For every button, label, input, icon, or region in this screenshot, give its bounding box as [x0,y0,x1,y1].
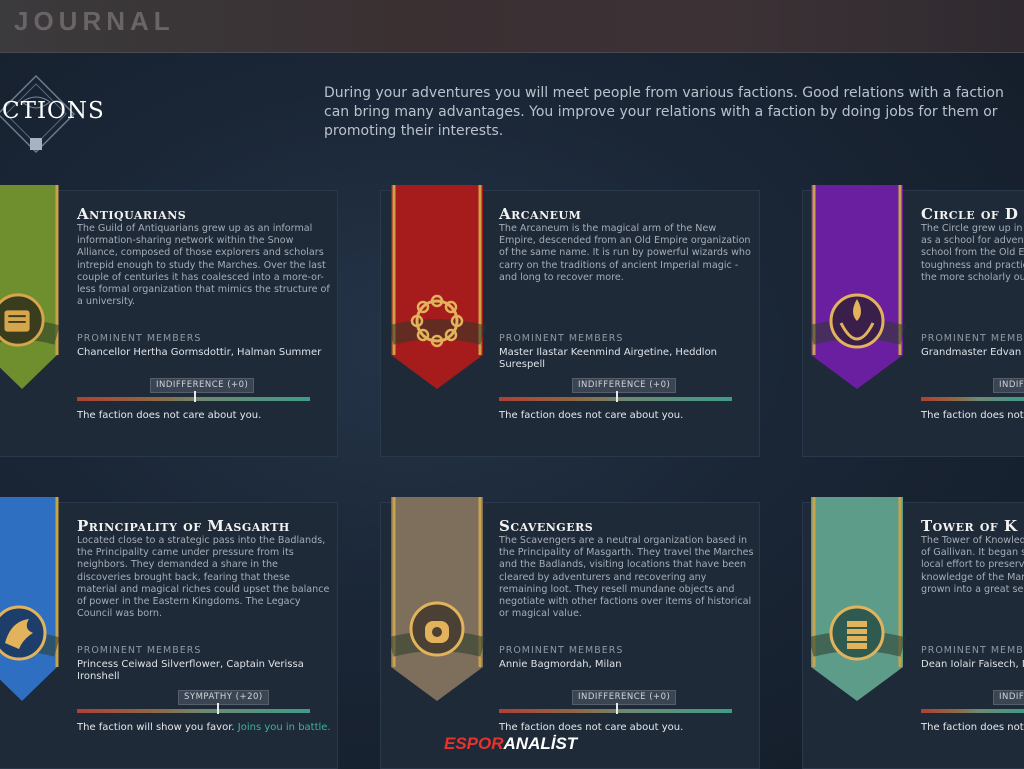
faction-card-tower[interactable]: Tower of K The Tower of Knowled of Galli… [802,497,1024,769]
relation-badge: INDIFF [993,690,1024,705]
relation-bar [499,391,732,402]
section-intro: During your adventures you will meet peo… [324,85,1004,139]
prominent-members: Chancellor Hertha Gormsdottir, Halman Su… [77,347,322,358]
faction-card-principality[interactable]: Principality of Masgarth Located close t… [0,497,338,769]
faction-name: Antiquarians [77,205,187,223]
faction-description: Located close to a strategic pass into t… [77,535,330,620]
prominent-members: Princess Ceiwad Silverflower, Captain Ve… [77,659,304,682]
prominent-members-label: PROMINENT MEMBERS [499,645,624,656]
faction-description: The Scavengers are a neutral organizatio… [499,535,754,620]
relation-badge: SYMPATHY (+20) [178,690,269,705]
faction-banner [0,497,60,701]
faction-banner [811,185,905,389]
relation-marker [615,391,618,402]
relation-status: The faction does not care about you. [499,409,754,422]
relation-badge: INDIFFERENCE (+0) [572,378,677,393]
relation-status: The faction does not c [921,721,1024,734]
prominent-members-label: PROMINENT MEMBERS [77,645,202,656]
relation-status-text: The faction does not care about you. [499,722,684,733]
relation-marker [615,703,618,714]
faction-description: The Circle grew up in t as a school for … [921,223,1024,283]
relation-bar [499,703,732,714]
relation-status-text: The faction does not c [921,410,1024,421]
section-title: CTIONS [2,98,105,124]
prominent-members: Grandmaster Edvan D [921,347,1024,358]
relation-status-text: The faction does not care about you. [499,410,684,421]
faction-card-arcaneum[interactable]: Arcaneum The Arcaneum is the magical arm… [380,185,760,457]
relation-badge: INDIFFERENCE (+0) [572,690,677,705]
faction-card-scavengers[interactable]: Scavengers The Scavengers are a neutral … [380,497,760,769]
faction-description: The Arcaneum is the magical arm of the N… [499,223,751,283]
relation-status-text: The faction does not care about you. [77,410,262,421]
faction-description: The Guild of Antiquarians grew up as an … [77,223,330,308]
watermark-part1: ESPOR [444,734,504,753]
faction-description: The Tower of Knowled of Gallivan. It beg… [921,535,1024,595]
relation-marker [193,391,196,402]
relation-bar [921,709,1024,713]
faction-name: Arcaneum [499,205,582,223]
relation-status-text: The faction does not c [921,722,1024,733]
prominent-members-label: PROMINENT MEMBERS [921,645,1024,656]
faction-card-circle[interactable]: Circle of D The Circle grew up in t as a… [802,185,1024,457]
relation-bar [77,703,310,714]
relation-status: The faction does not c [921,409,1024,422]
relation-status: The faction does not care about you. [77,409,332,422]
watermark-part2: ANALİST [503,734,578,753]
tower-books-icon [829,605,885,661]
faction-card-antiquarians[interactable]: Antiquarians The Guild of Antiquarians g… [0,185,338,457]
scroll-quill-icon [0,293,45,347]
relation-badge: INDIFF [993,378,1024,393]
relation-marker [216,703,219,714]
prominent-members: Annie Bagmordah, Milan [499,659,622,670]
prominent-members-label: PROMINENT MEMBERS [499,333,624,344]
faction-name: Tower of K [921,517,1018,535]
journal-title: JOURNAL [14,6,175,36]
faction-banner [811,497,905,701]
faction-name: Scavengers [499,517,594,535]
relation-status-extra: Joins you in battle. [237,722,331,733]
faction-banner [391,185,485,389]
relation-badge: INDIFFERENCE (+0) [150,378,255,393]
relation-bar [921,397,1024,401]
faction-name: Circle of D [921,205,1019,223]
relation-status: The faction does not care about you. [499,721,754,734]
faction-banner [0,185,60,389]
arcane-ring-icon [410,294,464,348]
watermark-logo: ESPORANALİST [444,734,577,754]
relation-status-text: The faction will show you favor. [77,722,235,733]
prominent-members-label: PROMINENT MEMBERS [77,333,202,344]
relation-status: The faction will show you favor. Joins y… [77,721,332,734]
prominent-members-label: PROMINENT MEMBERS [921,333,1024,344]
journal-header: JOURNAL [0,0,1024,53]
griffin-icon [0,605,47,661]
relation-bar [77,391,310,402]
prominent-members: Master Ilastar Keenmind Airgetine, Heddl… [499,347,718,370]
pouch-shovel-icon [409,601,465,657]
flame-hands-icon [829,293,885,349]
prominent-members: Dean Iolair Faisech, M [921,659,1024,670]
faction-name: Principality of Masgarth [77,517,290,535]
